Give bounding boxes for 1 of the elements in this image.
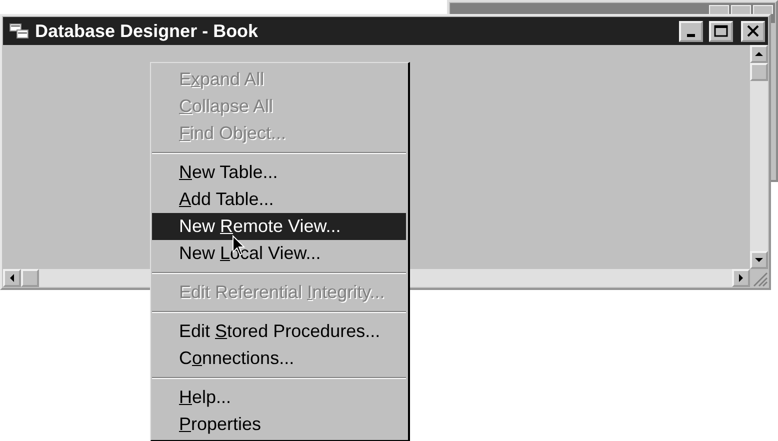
window-title: Database Designer - Book <box>35 20 260 42</box>
